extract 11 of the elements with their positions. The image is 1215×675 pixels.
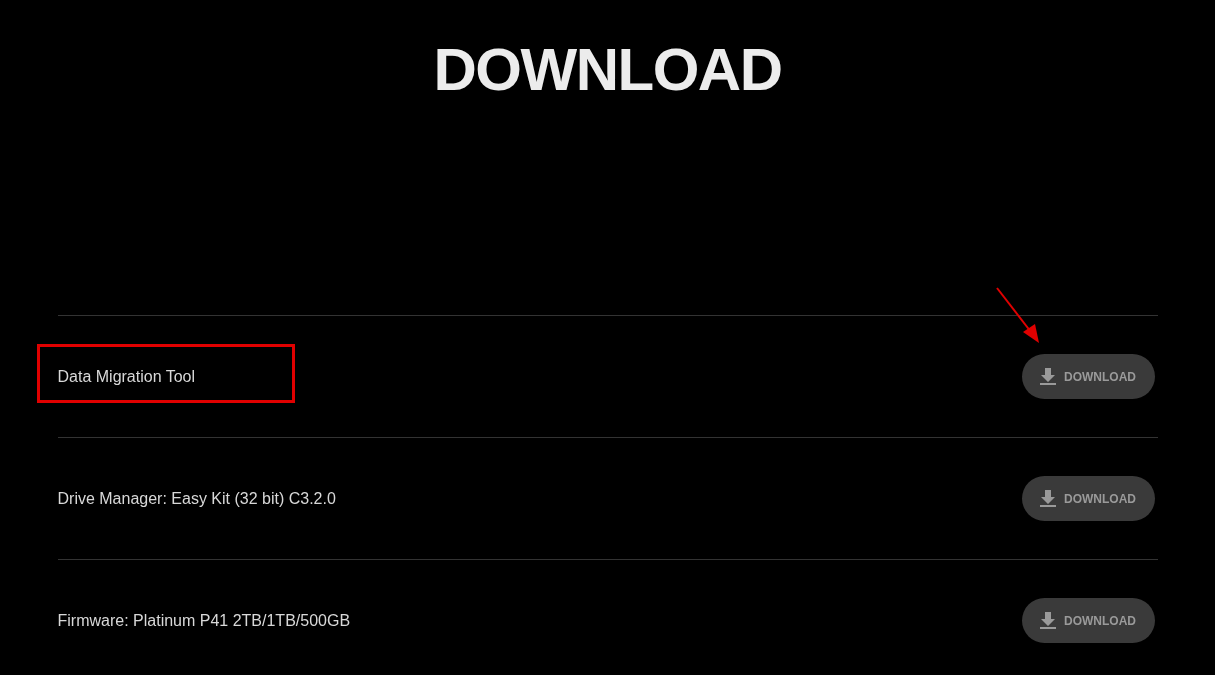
download-button[interactable]: DOWNLOAD [1021, 476, 1155, 521]
download-icon [1040, 612, 1056, 629]
download-button[interactable]: DOWNLOAD [1021, 354, 1155, 399]
download-name: Firmware: Platinum P41 2TB/1TB/500GB [57, 610, 351, 631]
download-name: Data Migration Tool [57, 366, 196, 387]
annotation-arrow [994, 286, 1041, 344]
download-icon [1040, 490, 1056, 507]
page-title: DOWNLOAD [433, 36, 782, 104]
download-icon [1040, 368, 1056, 385]
download-name: Drive Manager: Easy Kit (32 bit) C3.2.0 [57, 488, 336, 509]
download-button[interactable]: DOWNLOAD [1021, 598, 1155, 643]
